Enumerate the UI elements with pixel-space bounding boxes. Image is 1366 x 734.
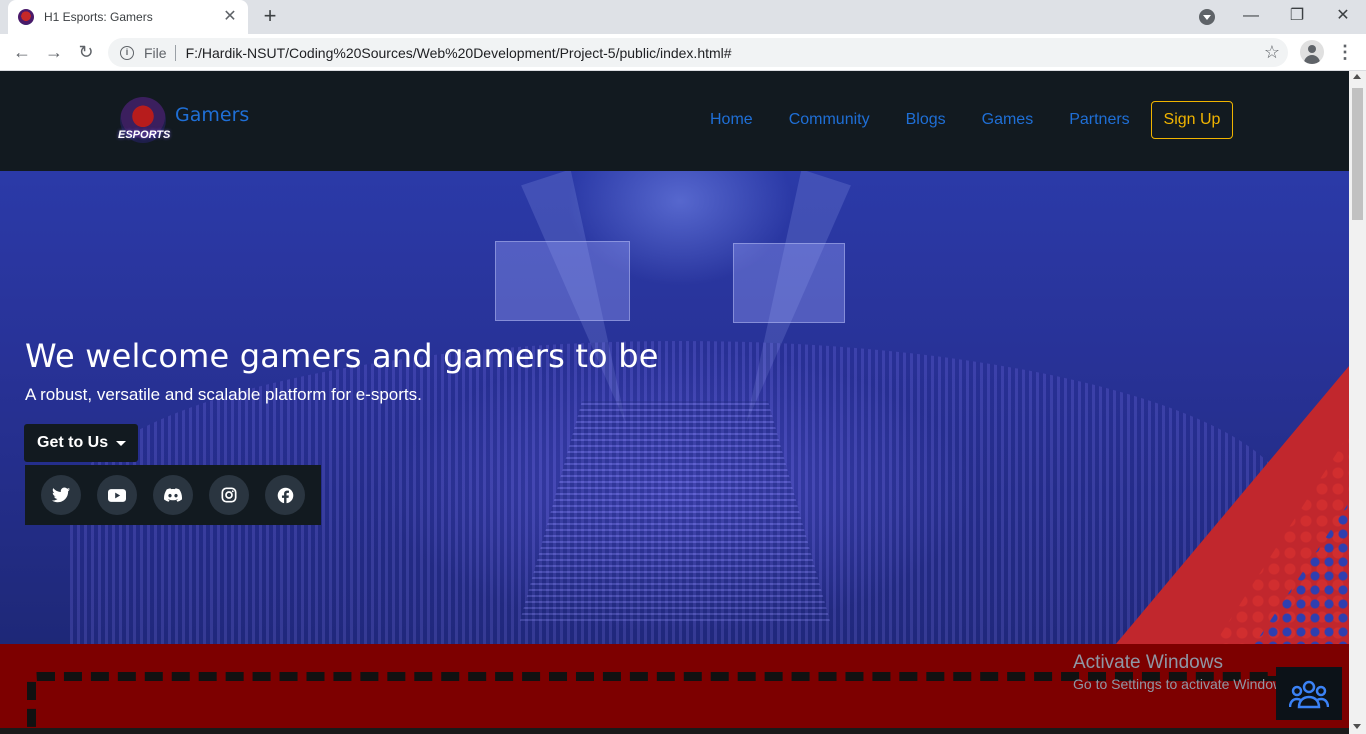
sign-up-button[interactable]: Sign Up (1151, 101, 1233, 139)
profile-avatar-icon[interactable] (1300, 40, 1324, 64)
window-close-button[interactable]: ✕ (1320, 5, 1366, 29)
caret-down-icon (116, 441, 126, 446)
back-button[interactable]: ← (10, 40, 34, 64)
twitter-icon[interactable] (41, 475, 81, 515)
new-tab-button[interactable]: + (258, 5, 282, 29)
page-scrollbar[interactable] (1349, 71, 1366, 734)
browser-toolbar: ← → ↻ i File F:/Hardik-NSUT/Coding%20Sou… (0, 34, 1366, 71)
discord-icon[interactable] (153, 475, 193, 515)
hero-subtitle: A robust, versatile and scalable platfor… (25, 385, 422, 404)
site-navbar: ESPORTS Gamers Home Community Blogs Game… (0, 71, 1349, 171)
instagram-icon[interactable] (209, 475, 249, 515)
dropdown-label: Get to Us (37, 434, 109, 451)
get-to-us-dropdown[interactable]: Get to Us (24, 424, 138, 462)
scroll-thumb[interactable] (1352, 88, 1363, 220)
reload-button[interactable]: ↻ (74, 40, 98, 64)
arena-screen-left (495, 241, 630, 321)
nav-link-partners[interactable]: Partners (1069, 111, 1129, 129)
brand-name[interactable]: Gamers (175, 104, 249, 126)
people-group-icon (1289, 680, 1329, 708)
page-viewport: ESPORTS Gamers Home Community Blogs Game… (0, 71, 1349, 734)
tab-title: H1 Esports: Gamers (44, 10, 153, 24)
bookmark-star-icon[interactable]: ☆ (1264, 42, 1280, 63)
site-favicon-icon (18, 9, 34, 25)
nav-link-community[interactable]: Community (789, 111, 870, 129)
youtube-icon[interactable] (97, 475, 137, 515)
forward-button[interactable]: → (42, 40, 66, 64)
nav-link-blogs[interactable]: Blogs (906, 111, 946, 129)
tab-strip: H1 Esports: Gamers ✕ + — ❐ ✕ (0, 0, 1366, 34)
community-people-button[interactable] (1276, 667, 1342, 720)
arena-screen-right (733, 243, 845, 323)
address-bar[interactable]: i File F:/Hardik-NSUT/Coding%20Sources/W… (108, 38, 1288, 67)
nav-link-home[interactable]: Home (710, 111, 753, 129)
info-icon[interactable]: i (120, 45, 134, 60)
browser-menu-button[interactable]: ⋮ (1336, 40, 1354, 64)
hero-section: We welcome gamers and gamers to be A rob… (0, 171, 1349, 644)
url-scheme: File (144, 44, 176, 61)
tab-search-icon[interactable] (1199, 9, 1215, 25)
browser-tab[interactable]: H1 Esports: Gamers ✕ (8, 0, 248, 34)
activate-title: Activate Windows (1073, 652, 1223, 673)
minimize-button[interactable]: — (1228, 5, 1274, 29)
activate-subtitle: Go to Settings to activate Windows. (1073, 676, 1294, 692)
bottom-strip (0, 728, 1349, 734)
scroll-down-arrow-icon[interactable] (1353, 724, 1361, 729)
facebook-icon[interactable] (265, 475, 305, 515)
logo-text: ESPORTS (118, 129, 171, 141)
restore-button[interactable]: ❐ (1274, 5, 1320, 29)
url-text[interactable]: F:/Hardik-NSUT/Coding%20Sources/Web%20De… (186, 45, 732, 61)
activate-windows-watermark: Activate Windows Go to Settings to activ… (1073, 652, 1294, 692)
tab-close-icon[interactable]: ✕ (222, 9, 238, 25)
social-links-panel (25, 465, 321, 525)
nav-links: Home Community Blogs Games Partners (710, 111, 1166, 129)
scroll-up-arrow-icon[interactable] (1353, 74, 1361, 79)
hero-title: We welcome gamers and gamers to be (25, 337, 659, 375)
nav-link-games[interactable]: Games (982, 111, 1034, 129)
